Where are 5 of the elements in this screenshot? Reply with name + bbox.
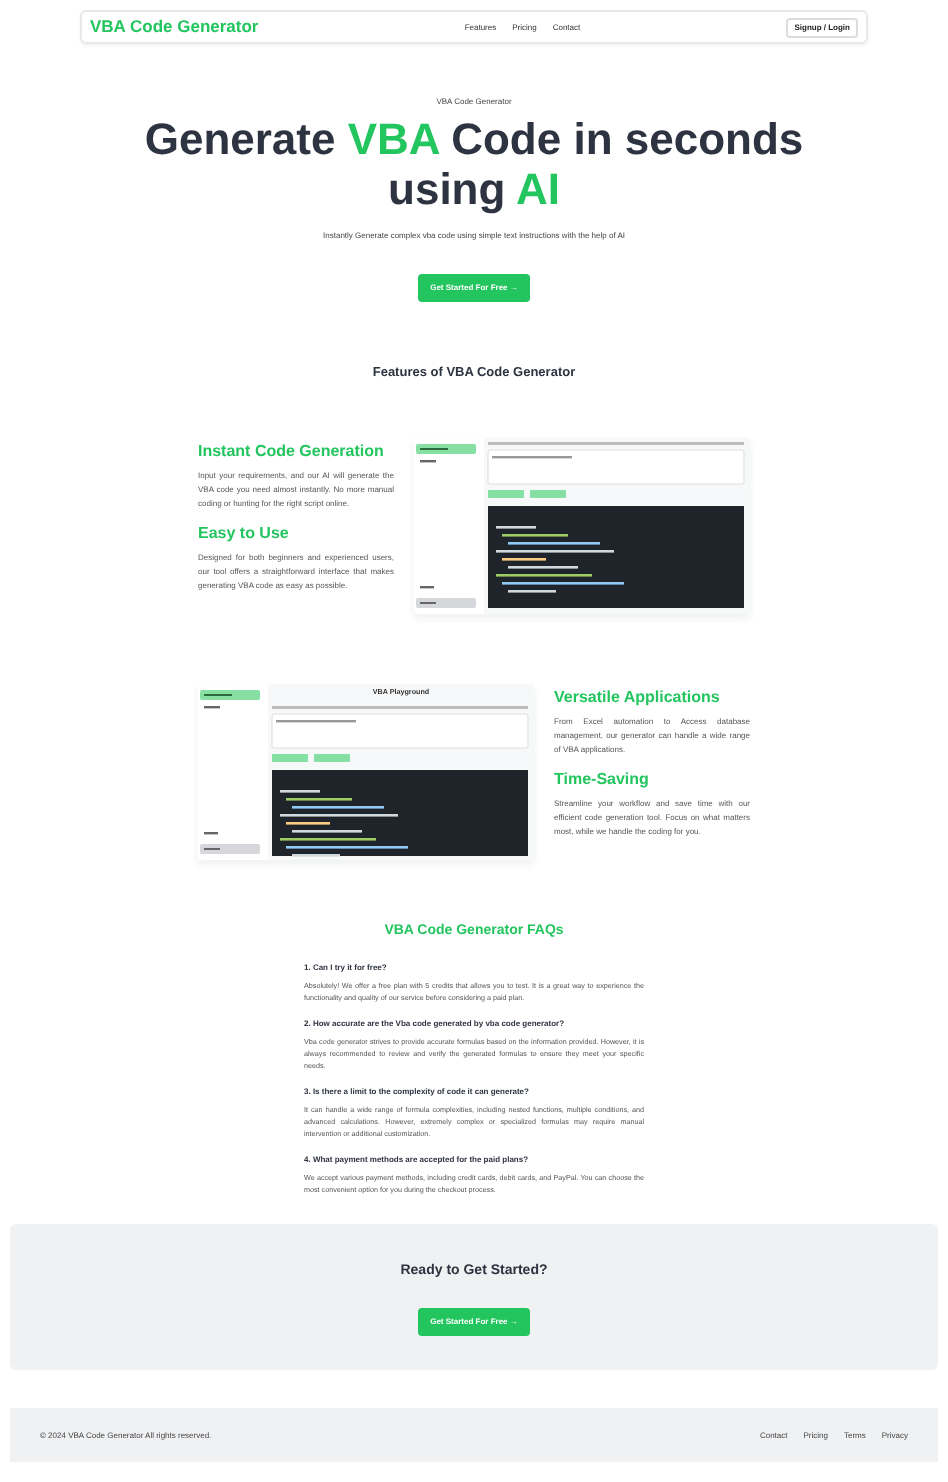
feature-title: Easy to Use <box>198 525 291 544</box>
feature-title: Instant Code Generation <box>198 443 386 462</box>
hero-title: Generate VBA Code in seconds using AI <box>142 114 806 214</box>
feature-title: Time-Saving <box>554 771 651 790</box>
feature-title: Versatile Applications <box>554 689 722 708</box>
